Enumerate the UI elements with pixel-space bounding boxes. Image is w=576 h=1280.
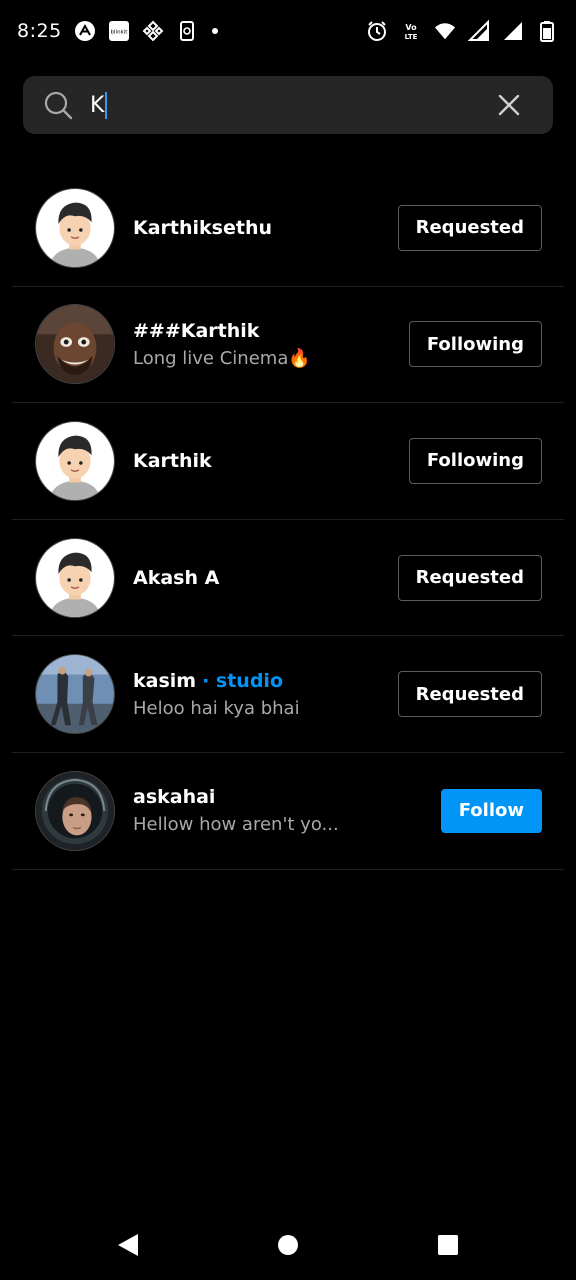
avatar[interactable]	[35, 654, 115, 735]
more-notifications-dot	[211, 28, 218, 34]
search-input-value: K	[90, 92, 105, 118]
status-bar: 8:25 blinkit Vo LTE	[0, 0, 576, 62]
category-tag: · studio	[202, 669, 283, 692]
search-icon	[43, 90, 73, 120]
requested-button[interactable]: Requested	[397, 554, 542, 601]
avatar[interactable]	[35, 537, 115, 618]
blinkit-icon: blinkit	[108, 20, 130, 42]
following-button[interactable]: Following	[408, 437, 542, 484]
status-right: Vo LTE	[366, 20, 558, 42]
status-time: 8:25	[17, 20, 62, 42]
back-icon[interactable]	[108, 1225, 148, 1265]
follow-button[interactable]: Follow	[440, 788, 542, 833]
battery-icon	[536, 20, 558, 42]
binance-icon	[142, 20, 164, 42]
signal-icon	[468, 20, 490, 42]
blinkit-label: blinkit	[110, 30, 128, 36]
username: Karthik	[133, 449, 212, 472]
notification-app-icon	[74, 20, 96, 42]
phone-sync-icon	[176, 20, 198, 42]
search-input[interactable]: K	[90, 91, 495, 119]
list-item[interactable]: Karthik Following	[12, 403, 564, 520]
search-results-list: Karthiksethu Requested ###Karthik Long l…	[12, 170, 564, 870]
text-caret	[105, 91, 108, 119]
system-nav-bar	[0, 1210, 576, 1280]
status-left: 8:25 blinkit	[17, 20, 218, 42]
alarm-icon	[366, 20, 388, 42]
close-icon[interactable]	[495, 91, 523, 119]
username: ###Karthik	[133, 319, 260, 342]
avatar[interactable]	[35, 420, 115, 501]
recents-icon[interactable]	[428, 1225, 468, 1265]
avatar[interactable]	[35, 770, 115, 851]
avatar[interactable]	[35, 304, 115, 385]
svg-text:Vo: Vo	[405, 23, 417, 32]
list-item[interactable]: ###Karthik Long live Cinema🔥 Following	[12, 287, 564, 404]
signal-icon-2	[502, 20, 524, 42]
list-item[interactable]: askahai Hellow how aren't yo... Follow	[12, 753, 564, 870]
list-item[interactable]: kasim · studio Heloo hai kya bhai Reques…	[12, 636, 564, 753]
avatar[interactable]	[35, 187, 115, 268]
list-item[interactable]: Akash A Requested	[12, 520, 564, 637]
username: Akash A	[133, 566, 220, 589]
screen: 8:25 blinkit Vo LTE K Karthiksethu Reque…	[0, 0, 576, 1280]
username: kasim	[133, 669, 197, 692]
username: askahai	[133, 786, 216, 809]
home-icon[interactable]	[268, 1225, 308, 1265]
requested-button[interactable]: Requested	[397, 671, 542, 718]
list-item[interactable]: Karthiksethu Requested	[12, 170, 564, 287]
wifi-icon	[434, 20, 456, 42]
username: Karthiksethu	[133, 216, 273, 239]
search-bar[interactable]: K	[23, 76, 553, 134]
requested-button[interactable]: Requested	[397, 204, 542, 251]
volte-icon: Vo LTE	[400, 20, 422, 42]
following-button[interactable]: Following	[408, 321, 542, 368]
svg-text:LTE: LTE	[405, 33, 418, 41]
